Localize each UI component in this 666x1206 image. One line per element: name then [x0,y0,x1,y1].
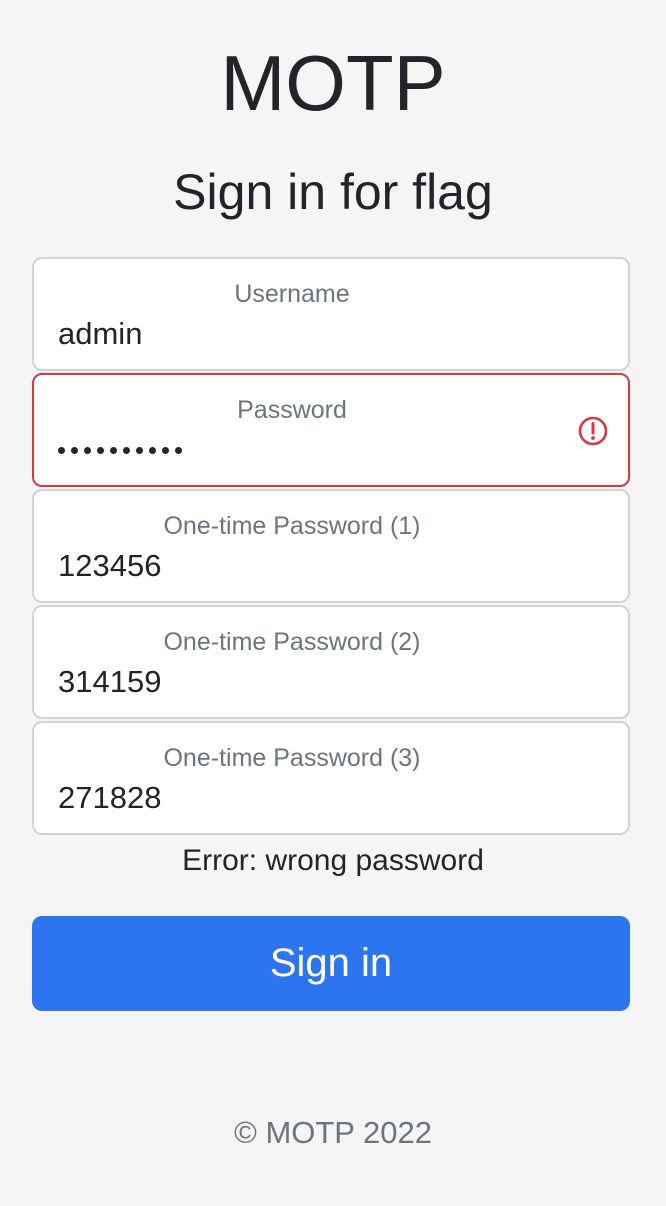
otp2-field[interactable]: One-time Password (2) 314159 [32,605,630,719]
otp3-field[interactable]: One-time Password (3) 271828 [32,721,630,835]
password-mask-dot [136,447,143,454]
username-label: Username [234,280,350,308]
otp1-field[interactable]: One-time Password (1) 123456 [32,489,630,603]
password-mask-dot [175,447,182,454]
username-value: admin [58,316,143,351]
otp1-label: One-time Password (1) [163,512,421,540]
password-label: Password [237,396,347,424]
password-mask-dot [162,447,169,454]
password-mask-dot [84,447,91,454]
app-title: MOTP [220,39,446,127]
username-field[interactable]: Username admin [32,257,630,371]
exclamation-circle-icon [578,416,608,446]
password-field[interactable]: Password [32,373,630,487]
password-mask-dot [149,447,156,454]
otp1-value: 123456 [58,548,162,583]
error-message: Error: wrong password [182,844,484,877]
password-mask-dot [123,447,130,454]
password-mask-dot [71,447,78,454]
footer-copyright: © MOTP 2022 [233,1115,433,1150]
password-mask-dot [110,447,117,454]
password-masked-value [58,431,182,454]
sign-in-button[interactable]: Sign in [32,916,630,1011]
page-subtitle: Sign in for flag [173,164,493,220]
otp3-value: 271828 [58,780,162,815]
otp3-label: One-time Password (3) [163,744,421,772]
password-mask-dot [58,447,65,454]
otp2-label: One-time Password (2) [163,628,421,656]
otp2-value: 314159 [58,664,162,699]
password-mask-dot [97,447,104,454]
